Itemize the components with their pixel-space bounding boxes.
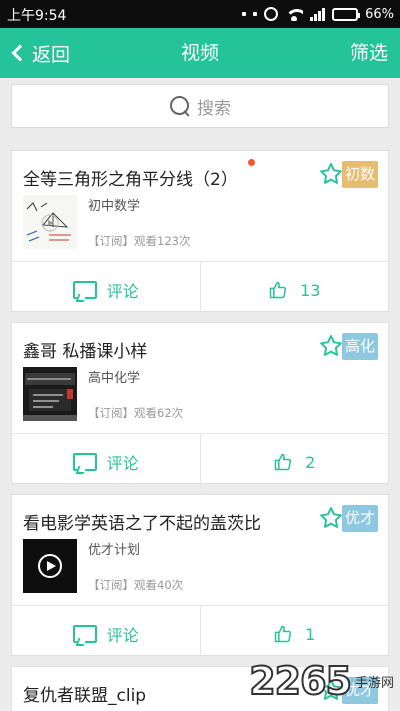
card-actions: 评论 2	[12, 433, 388, 490]
video-card[interactable]: 看电影学英语之了不起的盖茨比 优才 优才计划 【订阅】观看40次 评论 1	[11, 494, 389, 662]
play-icon	[38, 554, 62, 578]
back-label: 返回	[32, 43, 71, 66]
search-placeholder: 搜索	[197, 98, 231, 119]
notification-dot-icon	[253, 12, 258, 16]
like-button[interactable]: 1	[199, 606, 389, 662]
notification-dot-icon	[242, 12, 247, 16]
video-thumbnail[interactable]	[23, 539, 77, 593]
comment-button[interactable]: 评论	[12, 606, 200, 662]
like-count: 13	[300, 280, 321, 300]
alarm-icon	[264, 7, 279, 21]
chevron-left-icon	[11, 44, 29, 62]
video-title: 复仇者联盟_clip	[23, 686, 147, 706]
like-count: 1	[305, 624, 316, 644]
favorite-star-icon[interactable]	[318, 505, 344, 531]
status-bar: 上午9:54 66%	[0, 0, 400, 28]
video-subject: 初中数学	[88, 199, 141, 214]
video-title: 看电影学英语之了不起的盖茨比	[23, 514, 261, 534]
back-button[interactable]: 返回	[8, 28, 70, 78]
comment-label: 评论	[106, 454, 139, 473]
watermark-label: 手游网	[354, 675, 394, 691]
video-thumbnail[interactable]	[23, 367, 77, 421]
card-actions: 评论 1	[12, 605, 388, 662]
status-time: 上午9:54	[7, 8, 67, 24]
category-tag: 初数	[342, 161, 378, 188]
comment-label: 评论	[106, 626, 139, 645]
signal-icon	[310, 7, 326, 21]
card-actions: 评论 13	[12, 261, 388, 318]
search-input[interactable]: 搜索	[11, 84, 389, 128]
favorite-star-icon[interactable]	[318, 161, 344, 187]
video-card[interactable]: 鑫哥 私播课小样 高化 高中化学 【订阅】观看62次 评论 2	[11, 322, 389, 490]
video-meta: 【订阅】观看40次	[88, 578, 184, 592]
video-card[interactable]: 全等三角形之角平分线（2） 初数 初中数学 【订阅】观看123次 评论 13	[11, 150, 389, 318]
favorite-star-icon[interactable]	[318, 333, 344, 359]
category-tag: 优才	[342, 505, 378, 532]
comment-icon	[72, 281, 97, 299]
like-count: 2	[305, 452, 316, 472]
video-thumbnail[interactable]	[23, 195, 77, 249]
video-subject: 高中化学	[88, 371, 141, 386]
nav-bar: 返回 视频 筛选	[0, 28, 400, 78]
like-button[interactable]: 13	[199, 262, 389, 318]
comment-icon	[72, 453, 97, 471]
video-title: 全等三角形之角平分线（2）	[23, 170, 238, 190]
wifi-icon	[285, 7, 304, 21]
thumbs-up-icon	[274, 453, 292, 471]
comment-button[interactable]: 评论	[12, 434, 200, 490]
watermark-number: 2265	[248, 658, 353, 704]
video-title: 鑫哥 私播课小样	[23, 342, 148, 362]
filter-button[interactable]: 筛选	[350, 28, 388, 78]
search-area: 搜索	[0, 78, 400, 138]
video-meta: 【订阅】观看62次	[88, 406, 184, 420]
like-button[interactable]: 2	[199, 434, 389, 490]
thumbs-up-icon	[269, 281, 287, 299]
comment-icon	[72, 625, 97, 643]
video-subject: 优才计划	[88, 543, 141, 558]
thumbs-up-icon	[274, 625, 292, 643]
battery-percent: 66%	[365, 6, 394, 22]
site-watermark: 2265 手游网	[248, 658, 394, 704]
new-indicator-dot	[248, 159, 255, 166]
comment-button[interactable]: 评论	[12, 262, 200, 318]
video-meta: 【订阅】观看123次	[88, 234, 191, 248]
comment-label: 评论	[106, 282, 139, 301]
search-icon	[169, 95, 191, 117]
battery-icon	[332, 7, 361, 21]
category-tag: 高化	[342, 333, 378, 360]
